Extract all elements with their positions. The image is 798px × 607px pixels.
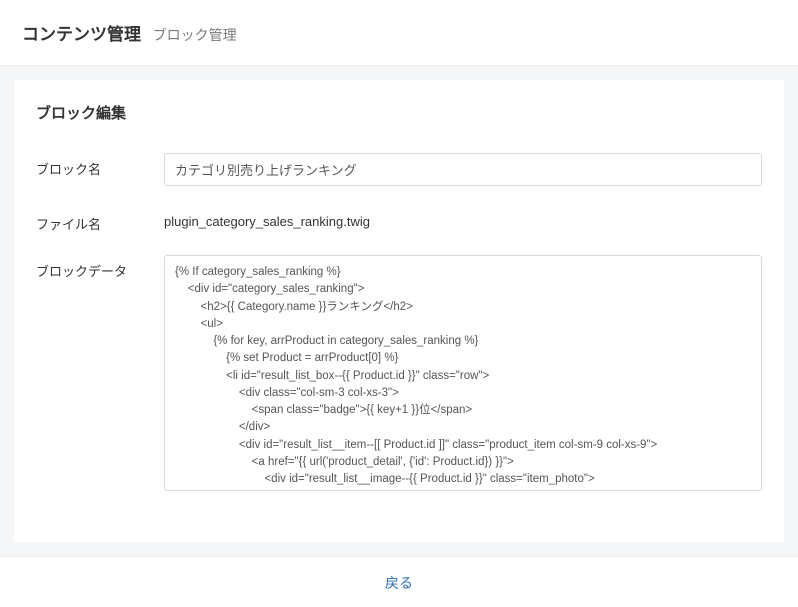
control-block-data <box>164 255 762 494</box>
row-file-name: ファイル名 plugin_category_sales_ranking.twig <box>36 208 762 233</box>
label-file-name: ファイル名 <box>36 208 164 233</box>
file-name-value: plugin_category_sales_ranking.twig <box>164 208 762 229</box>
edit-panel: ブロック編集 ブロック名 ファイル名 plugin_category_sales… <box>14 80 784 542</box>
panel-title: ブロック編集 <box>36 102 762 123</box>
row-block-data: ブロックデータ <box>36 255 762 494</box>
label-block-data: ブロックデータ <box>36 255 164 280</box>
block-data-textarea[interactable] <box>164 255 762 491</box>
block-name-input[interactable] <box>164 153 762 186</box>
page-header: コンテンツ管理 ブロック管理 <box>0 0 798 66</box>
control-block-name <box>164 153 762 186</box>
panel-wrap: ブロック編集 ブロック名 ファイル名 plugin_category_sales… <box>0 66 798 556</box>
label-block-name: ブロック名 <box>36 153 164 178</box>
row-block-name: ブロック名 <box>36 153 762 186</box>
footer: 戻る <box>0 556 798 607</box>
page-subtitle: ブロック管理 <box>153 27 237 43</box>
page-title: コンテンツ管理 <box>22 20 141 45</box>
back-button[interactable]: 戻る <box>385 575 413 591</box>
